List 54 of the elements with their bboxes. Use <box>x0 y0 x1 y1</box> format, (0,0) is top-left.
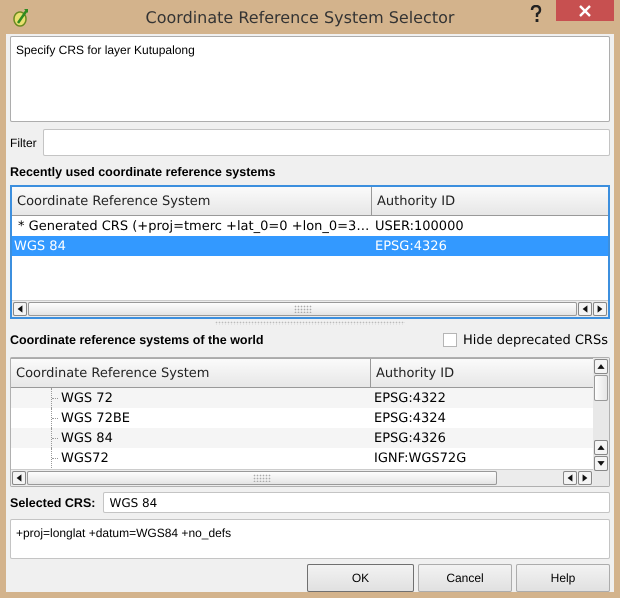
window-title: Coordinate Reference System Selector <box>144 8 456 26</box>
authority-id-cell-text: USER:100000 <box>374 218 465 234</box>
proj-string-text: +proj=longlat +datum=WGS84 +no_defs <box>16 526 232 540</box>
filter-field[interactable] <box>42 129 610 156</box>
authority-id-cell-text: IGNF:WGS72G <box>373 450 468 466</box>
filter-label: Filter <box>10 136 37 150</box>
scroll-down-icon[interactable] <box>594 456 608 471</box>
dialog-button[interactable]: Help <box>516 564 610 592</box>
scroll-left-icon[interactable] <box>563 471 577 485</box>
scroll-left-icon[interactable] <box>12 471 26 485</box>
scroll-up-icon[interactable] <box>594 359 608 374</box>
close-icon <box>579 4 591 16</box>
dialog-button[interactable]: OK <box>307 564 414 592</box>
column-header[interactable]: Coordinate Reference System <box>11 359 371 387</box>
crs-name-cell-text: WGS 84 <box>60 430 113 446</box>
app-logo-icon <box>12 7 30 27</box>
authority-id-cell-text: EPSG:4322 <box>373 390 447 406</box>
dialog-button[interactable]: Cancel <box>418 564 512 592</box>
crs-name-cell-text: WGS 72 <box>60 390 113 406</box>
section-heading: Recently used coordinate reference systems <box>10 165 276 179</box>
tree-item[interactable]: WGS 72 EPSG:4322 <box>11 388 593 408</box>
scroll-right-icon[interactable] <box>578 471 592 485</box>
horizontal-scrollbar[interactable] <box>11 469 593 486</box>
scroll-thumb[interactable] <box>27 471 497 485</box>
column-header[interactable]: Coordinate Reference System <box>12 187 372 215</box>
checkbox[interactable] <box>442 333 457 347</box>
authority-id-cell-text: EPSG:4326 <box>373 430 447 446</box>
scroll-thumb[interactable] <box>28 302 577 316</box>
help-icon[interactable] <box>530 5 542 23</box>
table-row[interactable]: * Generated CRS (+proj=tmerc +lat_0=0 +lon_0=3… USER:100000 <box>12 216 608 236</box>
scroll-up-icon[interactable] <box>594 440 608 455</box>
horizontal-scrollbar[interactable] <box>12 300 608 317</box>
crs-name-cell-text: WGS 84 <box>13 238 67 254</box>
authority-id-cell-text: EPSG:4324 <box>373 410 447 426</box>
selected-crs-label: Selected CRS: <box>10 496 96 510</box>
section-heading: Coordinate reference systems of the world <box>10 333 264 347</box>
authority-id-cell-text: EPSG:4326 <box>374 238 448 254</box>
column-header[interactable]: Authority ID <box>371 359 593 387</box>
tree-item[interactable]: WGS 84 EPSG:4326 <box>11 428 593 448</box>
column-header[interactable]: Authority ID <box>372 187 608 215</box>
close-button[interactable] <box>556 0 614 21</box>
selected-crs-field[interactable]: WGS 84 <box>103 492 610 513</box>
scroll-thumb[interactable] <box>594 375 608 401</box>
description-text: Specify CRS for layer Kutupalong <box>16 43 195 57</box>
checkbox-label: Hide deprecated CRSs <box>462 332 608 348</box>
scroll-right-icon[interactable] <box>593 302 607 316</box>
tree-item[interactable]: WGS72 IGNF:WGS72G <box>11 448 593 468</box>
splitter-handle[interactable] <box>215 321 405 325</box>
crs-name-cell-text: * Generated CRS (+proj=tmerc +lat_0=0 +lon_0=3… <box>17 218 370 234</box>
vertical-scrollbar[interactable] <box>593 358 609 486</box>
scroll-left-icon[interactable] <box>13 302 27 316</box>
crs-name-cell-text: WGS72 <box>60 450 109 466</box>
scroll-left-icon[interactable] <box>578 302 592 316</box>
crs-name-cell-text: WGS 72BE <box>60 410 130 426</box>
